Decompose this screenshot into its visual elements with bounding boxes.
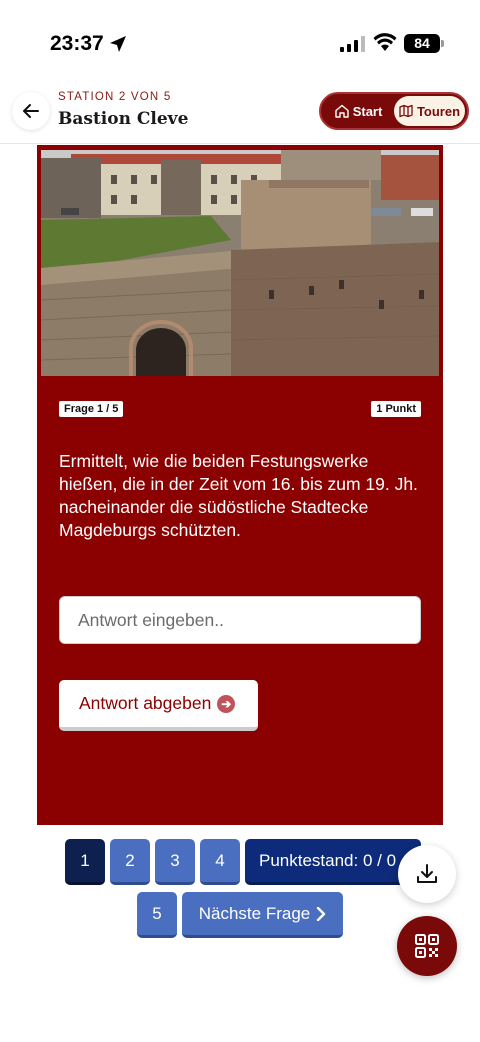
next-question-button[interactable]: Nächste Frage (182, 892, 343, 938)
app-header: STATION 2 VON 5 Bastion Cleve Start Tour… (0, 82, 480, 144)
status-bar: 23:37 84 (0, 0, 480, 80)
location-arrow-icon (110, 36, 126, 52)
download-icon (417, 864, 437, 883)
chevron-right-icon (317, 906, 326, 921)
page-button-2[interactable]: 2 (110, 839, 150, 885)
page-number: 5 (152, 903, 162, 923)
quiz-card: Frage 1 / 5 1 Punkt Ermittelt, wie die b… (37, 145, 443, 825)
submit-answer-button[interactable]: Antwort abgeben ➔ (59, 680, 258, 731)
cellular-signal-icon (340, 36, 365, 52)
station-progress-label: STATION 2 VON 5 (58, 91, 172, 103)
nav-start-button[interactable]: Start (323, 96, 394, 126)
page-number: 1 (80, 850, 90, 870)
nav-touren-label: Touren (416, 103, 461, 119)
page-number: 2 (125, 850, 135, 870)
back-button[interactable] (12, 92, 50, 130)
submit-answer-label: Antwort abgeben (79, 693, 212, 713)
arrow-left-icon (23, 104, 39, 118)
station-photo (41, 150, 439, 376)
nav-start-label: Start (352, 103, 383, 119)
score-display: Punktestand: 0 / 0 (245, 839, 421, 885)
page-number: 3 (170, 850, 180, 870)
clock: 23:37 (50, 32, 104, 55)
nav-toggle: Start Touren (319, 92, 469, 130)
points-badge: 1 Punkt (371, 401, 421, 417)
qr-code-scan-icon (415, 934, 439, 958)
nav-touren-button[interactable]: Touren (394, 96, 465, 126)
wifi-icon (373, 33, 397, 51)
page-button-5[interactable]: 5 (137, 892, 177, 938)
question-text: Ermittelt, wie die beiden Festungswerke … (59, 451, 418, 540)
map-icon (399, 104, 413, 118)
arrow-right-circle-icon: ➔ (217, 694, 236, 713)
answer-input[interactable] (59, 596, 421, 644)
battery-indicator: 84 (404, 34, 444, 53)
page-button-1[interactable]: 1 (65, 839, 105, 885)
page-button-3[interactable]: 3 (155, 839, 195, 885)
home-icon (334, 104, 349, 118)
page-number: 4 (215, 850, 225, 870)
question-counter-badge: Frage 1 / 5 (59, 401, 124, 417)
download-button[interactable] (398, 845, 456, 903)
page-title: Bastion Cleve (58, 109, 189, 129)
next-question-label: Nächste Frage (198, 903, 311, 923)
qr-scan-button[interactable] (397, 916, 457, 976)
page-button-4[interactable]: 4 (200, 839, 240, 885)
